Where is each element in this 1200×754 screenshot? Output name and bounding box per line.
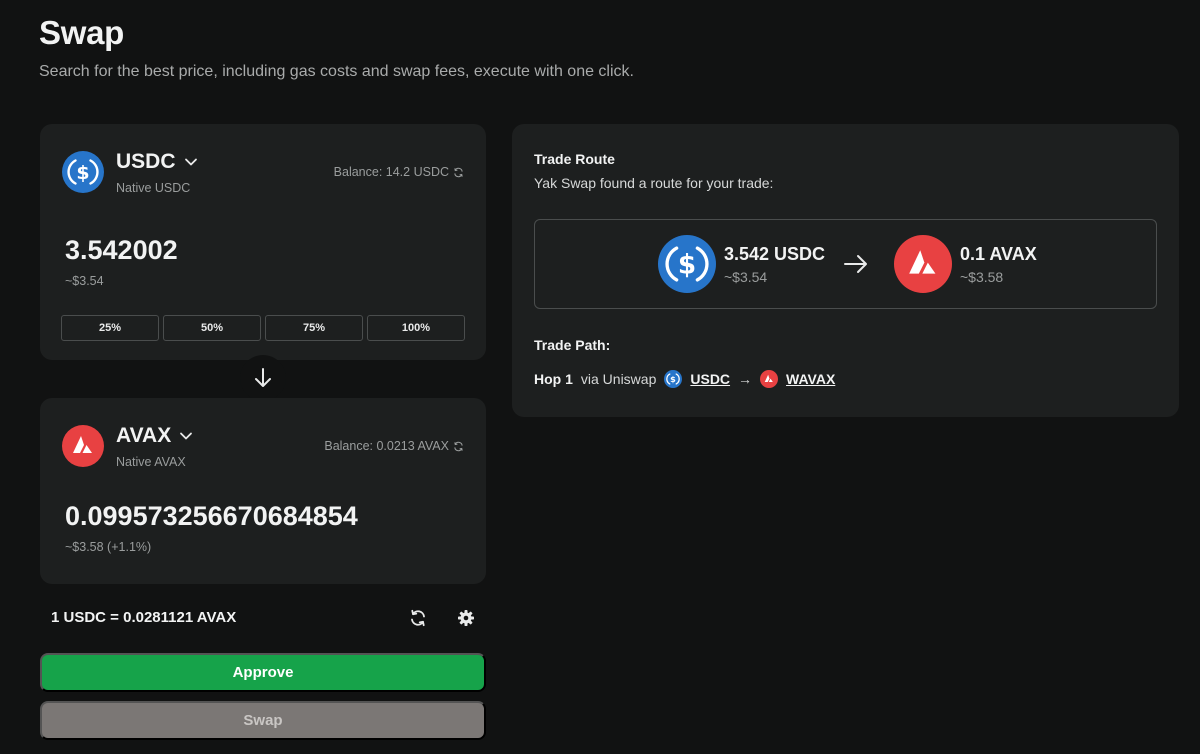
route-from-token: $ 3.542 USDC ~$3.54: [658, 235, 825, 293]
exchange-rate: 1 USDC = 0.0281121 AVAX: [51, 609, 237, 626]
trade-route-title: Trade Route: [534, 151, 615, 167]
flip-direction-button[interactable]: [240, 355, 286, 401]
approve-button[interactable]: Approve: [40, 653, 486, 692]
trade-path-hop: Hop 1 via Uniswap $ USDC → WAVAX: [534, 370, 835, 388]
to-token-symbol: AVAX: [116, 424, 172, 447]
from-amount-usd: ~$3.54: [65, 274, 104, 288]
to-balance[interactable]: Balance: 0.0213 AVAX: [324, 439, 464, 453]
percent-75-button[interactable]: 75%: [265, 315, 363, 341]
to-amount: 0.099573256670684854: [65, 501, 358, 531]
svg-text:$: $: [678, 251, 696, 281]
gear-icon: [458, 610, 474, 626]
usdc-logo: $: [62, 151, 104, 193]
hop-label: Hop 1: [534, 371, 573, 387]
avax-logo: [760, 370, 779, 388]
usdc-logo: $: [658, 235, 716, 293]
trade-path-title: Trade Path:: [534, 337, 611, 353]
path-token-usdc-link[interactable]: USDC: [690, 371, 730, 387]
route-to-usd: ~$3.58: [960, 268, 1004, 285]
from-token-name: Native USDC: [116, 181, 191, 195]
to-balance-text: Balance: 0.0213 AVAX: [324, 439, 449, 453]
avax-logo: [62, 425, 104, 467]
chevron-down-icon: [184, 158, 197, 166]
swap-page: Swap Search for the best price, includin…: [0, 0, 1200, 754]
route-to-token: 0.1 AVAX ~$3.58: [894, 235, 1037, 293]
route-from-usd: ~$3.54: [724, 268, 768, 285]
trade-route-description: Yak Swap found a route for your trade:: [534, 175, 774, 191]
to-token-select[interactable]: AVAX: [116, 424, 193, 448]
percent-buttons: 25% 50% 75% 100%: [61, 315, 465, 341]
percent-50-button[interactable]: 50%: [163, 315, 261, 341]
arrow-down-icon: [255, 368, 271, 387]
refresh-icon[interactable]: [453, 167, 464, 178]
percent-100-button[interactable]: 100%: [367, 315, 465, 341]
svg-text:$: $: [76, 162, 89, 184]
usdc-logo: $: [664, 370, 683, 388]
settings-button[interactable]: [457, 609, 475, 632]
from-token-select[interactable]: USDC: [116, 150, 198, 174]
route-to-amount: 0.1 AVAX: [960, 243, 1037, 264]
avax-logo: [894, 235, 952, 293]
page-subtitle: Search for the best price, including gas…: [39, 63, 634, 80]
arrow-right-icon: [843, 251, 869, 282]
from-token-symbol: USDC: [116, 150, 176, 173]
percent-25-button[interactable]: 25%: [61, 315, 159, 341]
to-token-card: AVAX Native AVAX Balance: 0.0213 AVAX 0.…: [40, 398, 486, 584]
svg-text:$: $: [671, 374, 677, 384]
route-from-amount: 3.542 USDC: [724, 243, 826, 264]
refresh-icon[interactable]: [453, 441, 464, 452]
path-token-wavax-link[interactable]: WAVAX: [786, 371, 835, 387]
swap-button[interactable]: Swap: [40, 701, 486, 740]
page-title: Swap: [39, 14, 124, 51]
from-amount[interactable]: 3.542002: [65, 235, 178, 266]
refresh-quote-button[interactable]: [409, 609, 427, 632]
refresh-icon: [411, 609, 425, 627]
to-token-name: Native AVAX: [116, 455, 186, 469]
chevron-down-icon: [180, 432, 193, 440]
from-balance[interactable]: Balance: 14.2 USDC: [334, 165, 464, 179]
from-token-card: $ USDC Native USDC Balance: 14.2 USDC 3.…: [40, 124, 486, 360]
to-amount-usd: ~$3.58 (+1.1%): [65, 540, 152, 554]
route-summary: $ 3.542 USDC ~$3.54 0.1 AVAX ~$3.58: [534, 219, 1157, 309]
trade-route-card: Trade Route Yak Swap found a route for y…: [512, 124, 1179, 417]
hop-via: via Uniswap: [580, 371, 657, 387]
path-arrow: →: [738, 371, 753, 387]
from-balance-text: Balance: 14.2 USDC: [333, 165, 449, 179]
